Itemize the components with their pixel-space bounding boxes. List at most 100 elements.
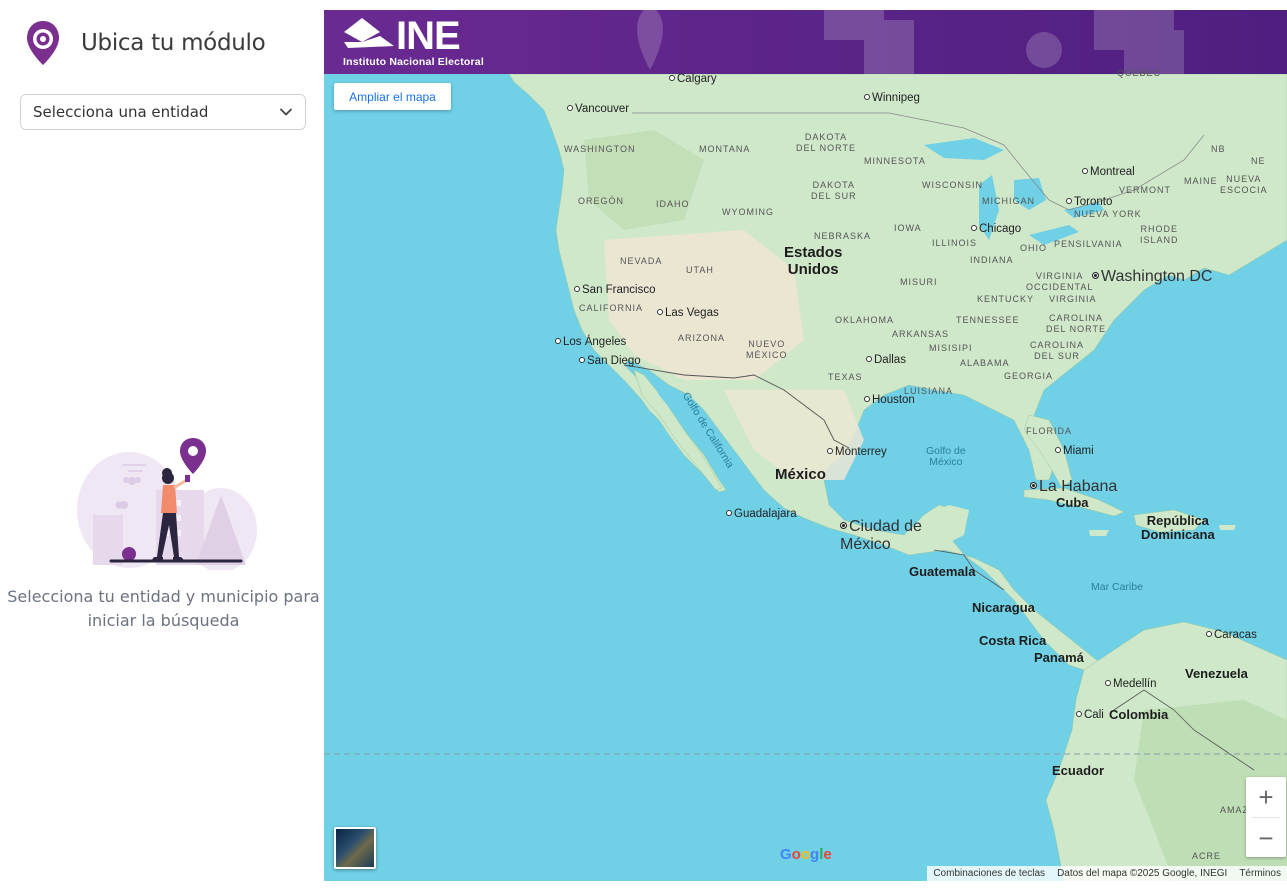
map-label-amaz: AMAZ <box>1220 805 1250 815</box>
map-label-wyoming: WYOMING <box>722 207 774 217</box>
map-label-venezuela: Venezuela <box>1185 666 1248 681</box>
map-label-toronto: Toronto <box>1066 196 1112 208</box>
map-label-illinois: ILLINOIS <box>932 238 978 248</box>
map-label-costa-rica: Costa Rica <box>979 633 1047 648</box>
map-label-virginia: VIRGINIA <box>1049 294 1097 304</box>
map-label-minnesota: MINNESOTA <box>864 156 926 166</box>
map-label-ohio: OHIO <box>1020 243 1048 253</box>
map-label-oklahoma: OKLAHOMA <box>835 315 895 325</box>
map-label-tennessee: TENNESSEE <box>956 315 1020 325</box>
map-label-virginia-occ: VIRGINIA OCCIDENTAL <box>1026 271 1094 292</box>
map-label-nebraska: NEBRASKA <box>814 231 872 241</box>
sidebar: Ubica tu módulo Selecciona una entidad S… <box>3 10 325 881</box>
map-label-dakota-norte: DAKOTA DEL NORTE <box>796 132 857 153</box>
map-label-dakota-sur: DAKOTA DEL SUR <box>811 180 857 201</box>
map-label-california: CALIFORNIA <box>579 303 644 313</box>
map-label-oregon: OREGÓN <box>578 196 625 206</box>
map-label-nicaragua: Nicaragua <box>972 600 1035 615</box>
ine-banner: INE Instituto Nacional Electoral <box>324 10 1287 74</box>
map-attribution: Combinaciones de teclas Datos del mapa ©… <box>927 866 1287 881</box>
map-label-chicago: Chicago <box>971 223 1021 235</box>
map-label-mar-caribe: Mar Caribe <box>1091 581 1143 593</box>
map-label-winnipeg: Winnipeg <box>864 92 920 104</box>
map-label-georgia: GEORGIA <box>1004 371 1054 381</box>
page-title: Ubica tu módulo <box>81 30 266 56</box>
map-label-indiana: INDIANA <box>970 255 1014 265</box>
map-label-houston: Houston <box>864 394 915 406</box>
map-label-golfo-mexico: Golfo de México <box>926 445 966 468</box>
map-label-san-francisco: San Francisco <box>574 284 656 296</box>
map-label-colombia: Colombia <box>1109 707 1169 722</box>
search-illustration <box>77 438 257 570</box>
chevron-down-icon <box>280 108 292 116</box>
map-label-nevada: NEVADA <box>620 256 663 266</box>
ine-emblem-icon <box>344 18 394 48</box>
sidebar-header: Ubica tu módulo <box>25 18 266 68</box>
map-label-medellin: Medellín <box>1105 678 1156 690</box>
map-label-texas: TEXAS <box>828 372 863 382</box>
map-label-republica-dominicana: República Dominicana <box>1141 513 1215 542</box>
map-label-michigan: MICHIGAN <box>982 196 1035 206</box>
map-label-ne: NE <box>1251 156 1266 166</box>
map-label-vermont: VERMONT <box>1119 185 1171 195</box>
map-label-quebec: QUEBEC <box>1117 68 1162 78</box>
map-label-cali: Cali <box>1076 709 1104 721</box>
map-label-rhode-island: RHODE ISLAND <box>1140 224 1179 245</box>
map-view[interactable]: INE Instituto Nacional Electoral Ampliar… <box>324 10 1287 881</box>
expand-map-button[interactable]: Ampliar el mapa <box>334 83 451 110</box>
map-label-carolina-norte: CAROLINA DEL NORTE <box>1046 313 1107 334</box>
map-label-los-angeles: Los Ángeles <box>555 336 626 348</box>
map-label-carolina-sur: CAROLINA DEL SUR <box>1030 340 1085 361</box>
map-label-acre: ACRE <box>1192 851 1222 861</box>
map-label-kentucky: KENTUCKY <box>977 294 1035 304</box>
zoom-out-button[interactable]: − <box>1246 818 1286 858</box>
map-label-nb: NB <box>1211 144 1226 154</box>
map-label-mexico: México <box>775 466 826 483</box>
satellite-layer-toggle[interactable] <box>334 827 376 869</box>
map-label-las-vegas: Las Vegas <box>657 307 719 319</box>
map-label-idaho: IDAHO <box>656 199 690 209</box>
map-label-calgary: Calgary <box>669 73 717 85</box>
google-logo: Google <box>780 846 832 863</box>
terms-link[interactable]: Términos <box>1233 868 1287 879</box>
map-label-arizona: ARIZONA <box>678 333 726 343</box>
map-label-la-habana: La Habana <box>1030 478 1117 496</box>
location-pin-icon <box>27 21 59 65</box>
map-data-credit: Datos del mapa ©2025 Google, INEGI <box>1057 868 1228 879</box>
ine-logo-subtitle: Instituto Nacional Electoral <box>343 56 484 68</box>
zoom-controls: + − <box>1246 777 1286 857</box>
zoom-in-button[interactable]: + <box>1246 777 1286 817</box>
map-label-maine: MAINE <box>1184 176 1218 186</box>
entity-select[interactable]: Selecciona una entidad <box>20 94 306 130</box>
map-label-cuba: Cuba <box>1056 495 1089 510</box>
map-label-wisconsin: WISCONSIN <box>922 180 984 190</box>
map-label-ecuador: Ecuador <box>1052 763 1105 778</box>
map-label-panama: Panamá <box>1034 650 1084 665</box>
search-hint: Selecciona tu entidad y municipio para i… <box>3 585 324 633</box>
map-label-vancouver: Vancouver <box>567 103 629 115</box>
map-label-montana: MONTANA <box>699 144 751 154</box>
map-label-nueva-york: NUEVA YORK <box>1074 209 1142 219</box>
map-label-miami: Miami <box>1055 445 1094 457</box>
search-hint-line1: Selecciona tu entidad y municipio para <box>7 587 320 606</box>
ine-logo-text: INE <box>396 14 461 58</box>
map-label-ciudad-mexico: Ciudad de México <box>840 518 922 553</box>
map-label-iowa: IOWA <box>894 223 922 233</box>
map-label-dallas: Dallas <box>866 354 906 366</box>
map-label-florida: FLORIDA <box>1026 426 1073 436</box>
map-label-estados-unidos: Estados Unidos <box>784 244 843 278</box>
map-label-montreal: Montreal <box>1082 166 1135 178</box>
search-hint-line2: iniciar la búsqueda <box>87 611 240 630</box>
map-label-utah: UTAH <box>686 265 714 275</box>
map-label-pensilvania: PENSILVANIA <box>1054 239 1123 249</box>
map-label-alabama: ALABAMA <box>960 358 1010 368</box>
map-label-arkansas: ARKANSAS <box>892 329 950 339</box>
keyboard-shortcuts-link[interactable]: Combinaciones de teclas <box>927 868 1051 879</box>
map-label-misisipi: MISISIPI <box>929 343 973 353</box>
entity-select-value: Selecciona una entidad <box>33 103 209 121</box>
map-label-san-diego: San Diego <box>579 355 641 367</box>
map-label-guadalajara: Guadalajara <box>726 508 797 520</box>
map-label-washington-dc: Washington DC <box>1092 268 1212 286</box>
map-label-monterrey: Monterrey <box>827 446 887 458</box>
map-label-nuevo-mexico: NUEVO MÉXICO <box>746 339 788 360</box>
